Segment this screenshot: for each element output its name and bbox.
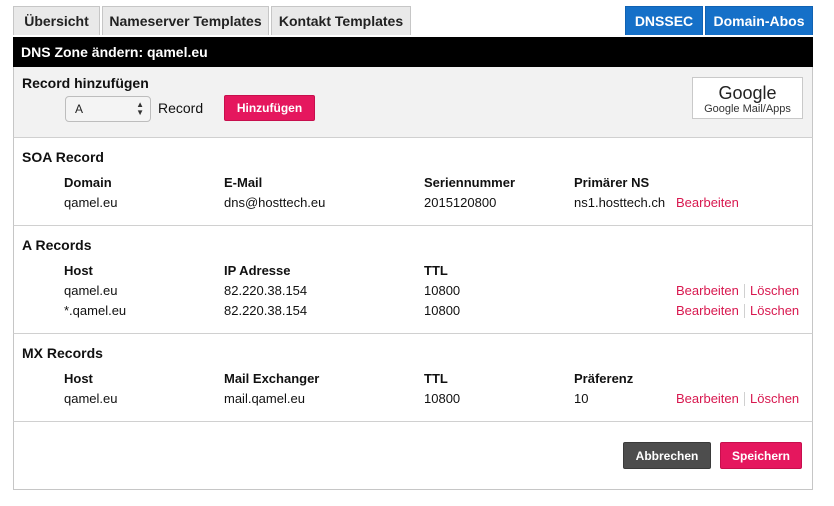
soa-header-email: E-Mail <box>224 175 263 190</box>
page-title-bar: DNS Zone ändern: qamel.eu <box>13 37 813 67</box>
soa-title: SOA Record <box>22 149 104 165</box>
link-separator <box>744 304 745 318</box>
record-type-value: A <box>75 102 84 116</box>
record-type-select[interactable]: A ▲ ▼ <box>65 96 151 122</box>
tab-label: Übersicht <box>24 13 89 29</box>
link-separator <box>744 284 745 298</box>
soa-section: SOA Record Domain E-Mail Seriennummer Pr… <box>13 138 813 226</box>
tab-label: Kontakt Templates <box>278 13 404 29</box>
dnssec-button[interactable]: DNSSEC <box>625 6 703 35</box>
a-row-1-host: qamel.eu <box>64 283 118 298</box>
a-header-ip: IP Adresse <box>224 263 291 278</box>
a-row-2-delete-link[interactable]: Löschen <box>750 303 799 318</box>
mx-header-preference: Präferenz <box>574 371 634 386</box>
domain-abos-label: Domain-Abos <box>713 13 805 29</box>
google-logo-text: Google <box>718 83 777 103</box>
link-separator <box>744 392 745 406</box>
mx-header-host: Host <box>64 371 93 386</box>
tab-uebersicht[interactable]: Übersicht <box>13 6 100 35</box>
add-record-button[interactable]: Hinzufügen <box>224 95 315 121</box>
soa-header-serial: Seriennummer <box>424 175 516 190</box>
mx-row-1-ttl: 10800 <box>424 391 461 406</box>
mx-row-1-host: qamel.eu <box>64 391 118 406</box>
a-row-2-host: *.qamel.eu <box>64 303 127 318</box>
a-row-1-delete-link[interactable]: Löschen <box>750 283 799 298</box>
select-arrows-icon: ▲ ▼ <box>136 100 144 117</box>
a-row-1-ip: 82.220.38.154 <box>224 283 308 298</box>
domain-abos-button[interactable]: Domain-Abos <box>705 6 813 35</box>
add-record-label: Record hinzufügen <box>22 75 149 91</box>
mx-records-section: MX Records Host Mail Exchanger TTL Präfe… <box>13 334 813 422</box>
a-records-title: A Records <box>22 237 92 253</box>
soa-domain: qamel.eu <box>64 195 118 210</box>
mx-header-ttl: TTL <box>424 371 448 386</box>
a-row-2-ttl: 10800 <box>424 303 461 318</box>
mx-row-1-delete-link[interactable]: Löschen <box>750 391 799 406</box>
a-row-2-ip: 82.220.38.154 <box>224 303 308 318</box>
soa-header-primary-ns: Primärer NS <box>574 175 650 190</box>
add-record-panel: Record hinzufügen A ▲ ▼ Record Hinzufügen… <box>13 67 813 138</box>
mx-row-1-preference: 10 <box>574 391 589 406</box>
soa-header-domain: Domain <box>64 175 112 190</box>
dnssec-label: DNSSEC <box>634 13 694 29</box>
cancel-button[interactable]: Abbrechen <box>623 442 711 469</box>
tab-kontakt-templates[interactable]: Kontakt Templates <box>271 6 411 35</box>
footer-actions: Abbrechen Speichern <box>13 422 813 490</box>
soa-primary-ns: ns1.hosttech.ch <box>574 195 666 210</box>
soa-edit-link[interactable]: Bearbeiten <box>676 195 739 210</box>
mx-records-title: MX Records <box>22 345 103 361</box>
tab-label: Nameserver Templates <box>109 13 262 29</box>
mx-row-1-exchanger: mail.qamel.eu <box>224 391 305 406</box>
a-header-ttl: TTL <box>424 263 448 278</box>
a-row-1-edit-link[interactable]: Bearbeiten <box>676 283 739 298</box>
a-row-2-edit-link[interactable]: Bearbeiten <box>676 303 739 318</box>
a-header-host: Host <box>64 263 93 278</box>
soa-email: dns@hosttech.eu <box>224 195 326 210</box>
google-mail-apps-button[interactable]: Google Google Mail/Apps <box>692 77 803 119</box>
a-row-1-ttl: 10800 <box>424 283 461 298</box>
save-button[interactable]: Speichern <box>720 442 802 469</box>
a-records-section: A Records Host IP Adresse TTL qamel.eu 8… <box>13 226 813 334</box>
record-label: Record <box>158 100 204 116</box>
tab-nameserver-templates[interactable]: Nameserver Templates <box>102 6 269 35</box>
page-title: DNS Zone ändern: qamel.eu <box>21 44 208 60</box>
google-subtitle: Google Mail/Apps <box>704 103 791 115</box>
mx-row-1-edit-link[interactable]: Bearbeiten <box>676 391 739 406</box>
soa-serial: 2015120800 <box>424 195 497 210</box>
mx-header-mail-exchanger: Mail Exchanger <box>224 371 320 386</box>
